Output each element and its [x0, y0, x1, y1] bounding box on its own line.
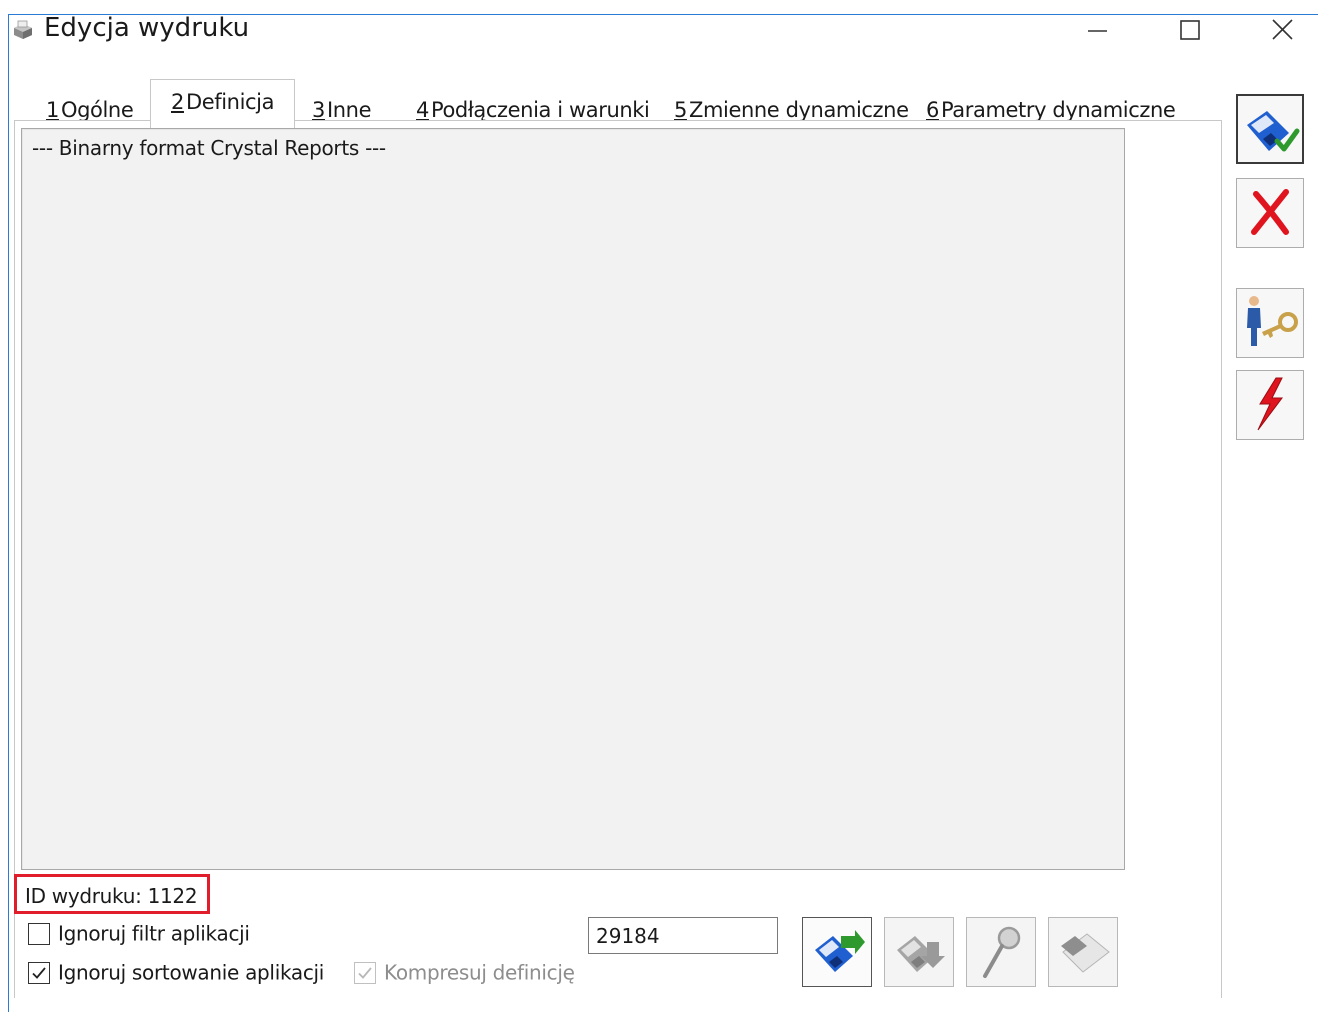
tab-definition[interactable]: 2Definicja — [150, 79, 296, 135]
clear-definition-button — [1048, 917, 1118, 987]
tab-label: Inne — [326, 98, 372, 122]
close-icon — [1272, 19, 1293, 40]
execute-button[interactable] — [1236, 370, 1304, 440]
definition-size-field[interactable] — [588, 917, 778, 954]
definition-text-area[interactable]: --- Binarny format Crystal Reports --- — [21, 128, 1125, 870]
cancel-button[interactable] — [1236, 178, 1304, 248]
checkmark-icon — [32, 966, 46, 979]
tab-number: 3 — [312, 98, 325, 122]
tab-other[interactable]: 3Inne — [312, 88, 372, 124]
tab-number: 1 — [46, 98, 59, 122]
window-title: Edycja wydruku — [44, 13, 250, 43]
tab-number: 4 — [416, 98, 429, 122]
permissions-key-icon — [1247, 296, 1298, 346]
ignore-filter-checkbox[interactable]: Ignoruj filtr aplikacji — [28, 920, 250, 946]
definition-text: --- Binarny format Crystal Reports --- — [32, 136, 386, 160]
permissions-button[interactable] — [1236, 288, 1304, 358]
import-disk-icon — [815, 930, 865, 972]
ignore-filter-label: Ignoruj filtr aplikacji — [58, 921, 250, 946]
tab-number: 2 — [171, 90, 184, 114]
import-definition-button[interactable] — [802, 917, 872, 987]
printer-app-icon — [10, 19, 36, 41]
tab-number: 6 — [926, 98, 939, 122]
save-button[interactable] — [1236, 94, 1304, 164]
checkmark-icon — [358, 966, 372, 979]
checkbox-box[interactable] — [28, 961, 50, 984]
export-definition-button — [884, 917, 954, 987]
checkbox-box[interactable] — [28, 922, 50, 945]
export-disk-icon — [897, 936, 945, 972]
ignore-sort-label: Ignoruj sortowanie aplikacji — [58, 960, 325, 985]
checkbox-box — [354, 961, 376, 984]
close-button[interactable] — [1258, 10, 1304, 50]
preview-definition-button — [966, 917, 1036, 987]
tab-general[interactable]: 1Ogólne — [46, 88, 134, 124]
tab-label: Podłączenia i warunki — [430, 98, 650, 122]
cancel-x-icon — [1251, 189, 1289, 235]
tab-label: Ogólne — [60, 98, 134, 122]
magnifier-icon — [983, 926, 1021, 978]
save-confirm-icon — [1247, 111, 1300, 152]
maximize-icon — [1180, 20, 1200, 40]
tab-number: 5 — [674, 98, 687, 122]
compress-definition-checkbox: Kompresuj definicję — [354, 959, 575, 985]
tab-dynamic-variables[interactable]: 5Zmienne dynamiczne — [674, 88, 909, 124]
ignore-sort-checkbox[interactable]: Ignoruj sortowanie aplikacji — [28, 959, 324, 985]
tab-label: Zmienne dynamiczne — [688, 98, 909, 122]
maximize-button[interactable] — [1166, 10, 1212, 50]
tab-label: Definicja — [185, 90, 275, 114]
tab-label: Parametry dynamiczne — [940, 98, 1176, 122]
minimize-button[interactable] — [1074, 10, 1120, 50]
compress-definition-label: Kompresuj definicję — [384, 960, 575, 985]
eraser-icon — [1061, 933, 1110, 973]
print-id-label: ID wydruku: 1122 — [14, 874, 210, 914]
tab-dynamic-parameters[interactable]: 6Parametry dynamiczne — [926, 88, 1176, 124]
minimize-icon — [1088, 30, 1107, 32]
lightning-icon — [1257, 377, 1283, 431]
tab-connections[interactable]: 4Podłączenia i warunki — [416, 88, 650, 124]
